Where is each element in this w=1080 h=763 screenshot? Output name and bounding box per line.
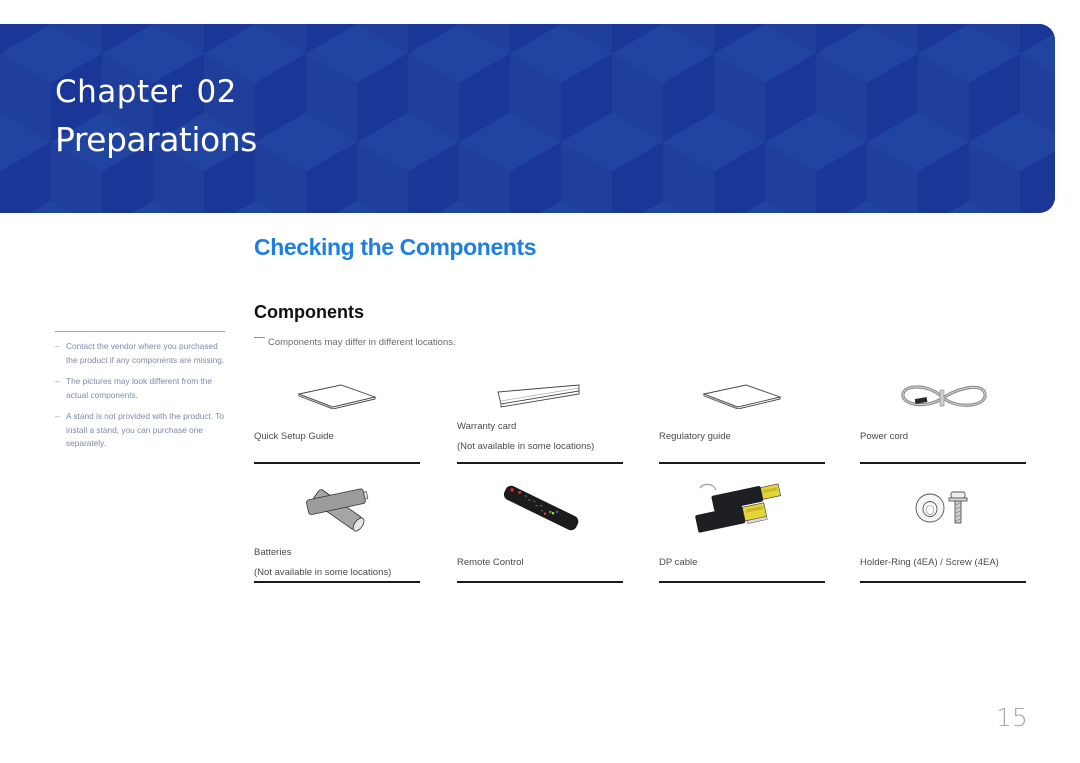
components-note-text: Components may differ in different locat… <box>268 337 456 348</box>
divider <box>254 581 420 583</box>
divider <box>860 462 1026 464</box>
divider <box>659 581 825 583</box>
sidebar-note: – The pictures may look different from t… <box>55 375 225 402</box>
chapter-heading: Chapter 02 <box>55 74 237 110</box>
note-dash-icon: – <box>55 411 60 421</box>
note-dash-icon: – <box>55 376 60 386</box>
note-dash-icon: – <box>55 341 60 351</box>
sidebar-note-text: The pictures may look different from the… <box>66 376 213 400</box>
sidebar-note-text: Contact the vendor where you purchased t… <box>66 341 225 365</box>
power-cord-icon <box>860 370 1026 426</box>
section-title: Checking the Components <box>254 234 537 260</box>
batteries-icon <box>254 476 420 540</box>
holder-ring-screw-icon <box>860 476 1026 540</box>
warranty-card-icon <box>457 370 623 422</box>
divider <box>457 462 623 464</box>
chapter-title: Preparations <box>55 120 257 159</box>
component-label: Regulatory guide <box>659 431 731 442</box>
sidebar-notes: – Contact the vendor where you purchased… <box>55 331 225 459</box>
component-label: Quick Setup Guide <box>254 431 334 442</box>
note-dash-icon <box>254 337 265 338</box>
manual-icon <box>254 370 420 422</box>
chapter-banner: Chapter 02 Preparations <box>0 24 1055 213</box>
component-sublabel: (Not available in some locations) <box>254 567 392 578</box>
divider <box>860 581 1026 583</box>
sidebar-note: – Contact the vendor where you purchased… <box>55 340 225 367</box>
cube-pattern-background <box>0 24 1055 213</box>
manual-icon <box>659 370 825 422</box>
page-number: 15 <box>996 703 1028 732</box>
remote-control-icon <box>457 476 623 540</box>
component-label: Warranty card <box>457 421 517 432</box>
sidebar-note-text: A stand is not provided with the product… <box>66 411 225 448</box>
dp-cable-icon <box>659 476 825 540</box>
component-label: Power cord <box>860 431 909 442</box>
component-sublabel: (Not available in some locations) <box>457 441 595 452</box>
component-label: Batteries <box>254 547 292 558</box>
components-note: Components may differ in different locat… <box>254 337 456 348</box>
sidebar-note: – A stand is not provided with the produ… <box>55 410 225 451</box>
subsection-title: Components <box>254 302 364 322</box>
divider <box>457 581 623 583</box>
chapter-label: Chapter <box>55 74 183 110</box>
divider <box>659 462 825 464</box>
divider <box>254 462 420 464</box>
component-label: Remote Control <box>457 557 524 568</box>
chapter-number: 02 <box>196 74 237 110</box>
component-label: DP cable <box>659 557 698 568</box>
component-label: Holder-Ring (4EA) / Screw (4EA) <box>860 557 999 568</box>
